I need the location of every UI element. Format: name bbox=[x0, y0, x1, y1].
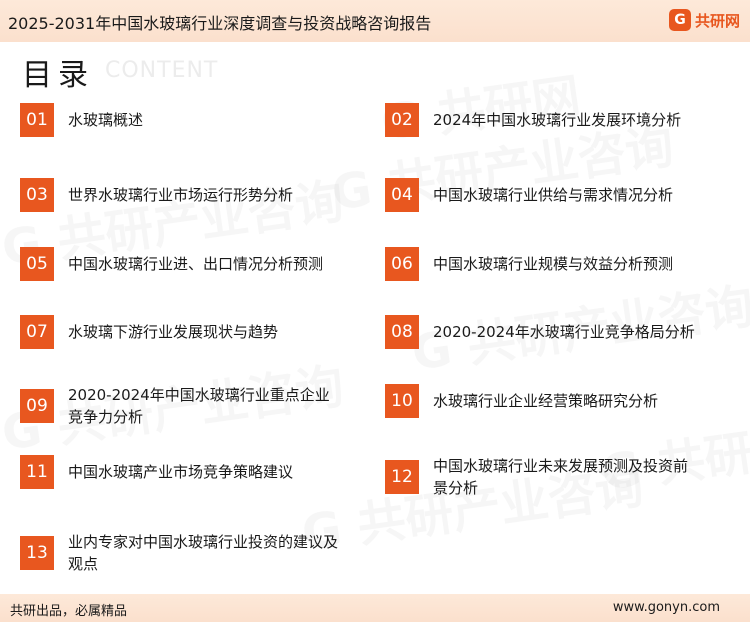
toc-item-10[interactable]: 10 水玻璃行业企业经营策略研究分析 bbox=[385, 384, 715, 418]
toc-item-number: 12 bbox=[385, 460, 419, 494]
toc-item-label: 水玻璃概述 bbox=[68, 111, 144, 129]
toc-item-label: 中国水玻璃行业规模与效益分析预测 bbox=[433, 255, 674, 273]
toc-item-number: 13 bbox=[20, 536, 54, 570]
toc-item-number: 07 bbox=[20, 315, 54, 349]
toc-item-09[interactable]: 09 2020-2024年中国水玻璃行业重点企业竞争力分析 bbox=[20, 384, 350, 428]
footer-url[interactable]: www.gonyn.com bbox=[613, 600, 720, 615]
toc-item-01[interactable]: 01 水玻璃概述 bbox=[20, 103, 350, 137]
brand-logo-icon: G bbox=[668, 9, 691, 31]
toc-item-number: 10 bbox=[385, 384, 419, 418]
toc-item-05[interactable]: 05 中国水玻璃行业进、出口情况分析预测 bbox=[20, 247, 350, 281]
brand-name: 共研网 bbox=[694, 11, 740, 30]
toc-title: 目录 bbox=[22, 58, 94, 93]
toc-item-12[interactable]: 12 中国水玻璃行业未来发展预测及投资前景分析 bbox=[385, 455, 715, 499]
toc-item-label: 中国水玻璃行业进、出口情况分析预测 bbox=[68, 255, 324, 273]
toc-item-label: 水玻璃行业企业经营策略研究分析 bbox=[433, 392, 659, 410]
toc-item-number: 11 bbox=[20, 455, 54, 489]
toc-item-number: 05 bbox=[20, 247, 54, 281]
toc-item-label: 水玻璃下游行业发展现状与趋势 bbox=[68, 323, 279, 341]
toc-item-number: 01 bbox=[20, 103, 54, 137]
toc-item-label: 2020-2024年水玻璃行业竞争格局分析 bbox=[433, 323, 695, 341]
toc-item-label: 业内专家对中国水玻璃行业投资的建议及观点 bbox=[68, 533, 339, 573]
toc-item-08[interactable]: 08 2020-2024年水玻璃行业竞争格局分析 bbox=[385, 315, 715, 349]
toc-item-number: 09 bbox=[20, 389, 54, 423]
toc-item-13[interactable]: 13 业内专家对中国水玻璃行业投资的建议及观点 bbox=[20, 531, 350, 575]
header-bar: 2025-2031年中国水玻璃行业深度调查与投资战略咨询报告 G 共研网 bbox=[0, 0, 750, 42]
toc-item-label: 2020-2024年中国水玻璃行业重点企业竞争力分析 bbox=[68, 386, 330, 426]
toc-item-label: 世界水玻璃行业市场运行形势分析 bbox=[68, 186, 294, 204]
toc-item-number: 04 bbox=[385, 178, 419, 212]
toc-item-06[interactable]: 06 中国水玻璃行业规模与效益分析预测 bbox=[385, 247, 715, 281]
toc-item-number: 02 bbox=[385, 103, 419, 137]
toc-item-label: 中国水玻璃行业供给与需求情况分析 bbox=[433, 186, 674, 204]
brand-logo: G 共研网 bbox=[668, 9, 740, 31]
toc-item-label: 2024年中国水玻璃行业发展环境分析 bbox=[433, 111, 682, 129]
toc-item-number: 06 bbox=[385, 247, 419, 281]
report-title: 2025-2031年中国水玻璃行业深度调查与投资战略咨询报告 bbox=[8, 14, 432, 33]
toc-item-number: 08 bbox=[385, 315, 419, 349]
toc-item-11[interactable]: 11 中国水玻璃产业市场竞争策略建议 bbox=[20, 455, 350, 489]
toc-item-07[interactable]: 07 水玻璃下游行业发展现状与趋势 bbox=[20, 315, 350, 349]
toc-item-label: 中国水玻璃行业未来发展预测及投资前景分析 bbox=[433, 457, 689, 497]
toc-subtitle: CONTENT bbox=[105, 58, 219, 83]
footer-bar: 共研出品，必属精品 www.gonyn.com bbox=[0, 594, 750, 622]
toc-item-02[interactable]: 02 2024年中国水玻璃行业发展环境分析 bbox=[385, 103, 715, 137]
toc-item-03[interactable]: 03 世界水玻璃行业市场运行形势分析 bbox=[20, 178, 350, 212]
footer-slogan: 共研出品，必属精品 bbox=[10, 604, 128, 619]
toc-item-04[interactable]: 04 中国水玻璃行业供给与需求情况分析 bbox=[385, 178, 715, 212]
toc-item-label: 中国水玻璃产业市场竞争策略建议 bbox=[68, 463, 294, 481]
toc-item-number: 03 bbox=[20, 178, 54, 212]
